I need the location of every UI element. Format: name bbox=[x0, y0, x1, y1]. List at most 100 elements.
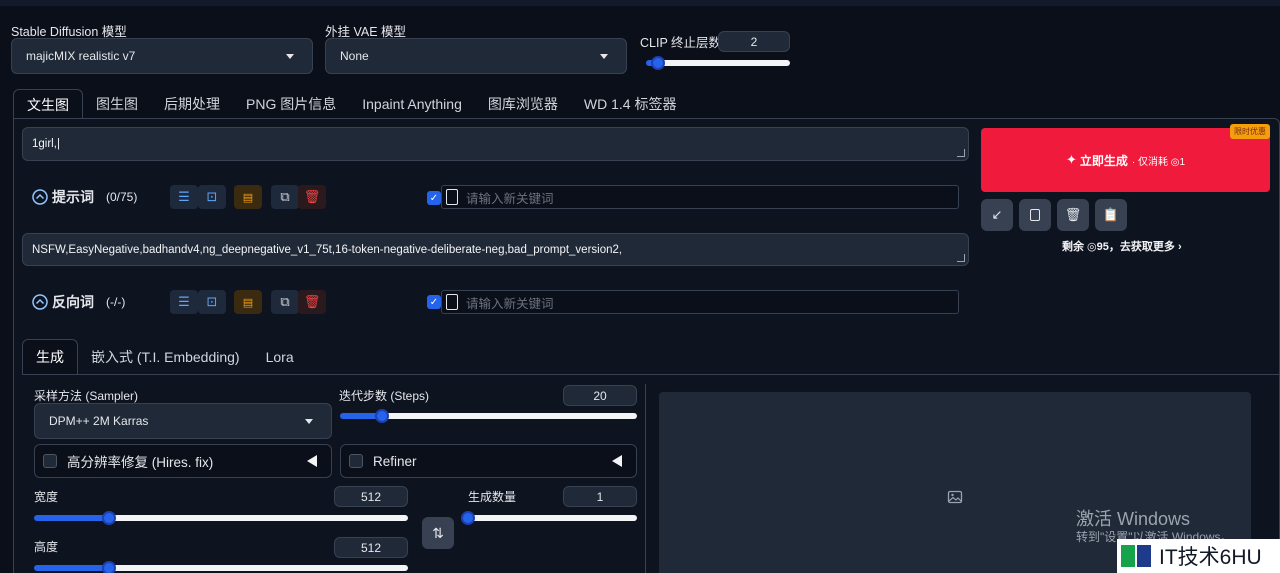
steps-label: 迭代步数 (Steps) bbox=[339, 389, 430, 403]
clip-slider[interactable] bbox=[646, 56, 790, 70]
tab-png-info[interactable]: PNG 图片信息 bbox=[233, 89, 349, 119]
steps-number-input[interactable]: 20 bbox=[563, 385, 637, 406]
tab-extras[interactable]: 后期处理 bbox=[151, 89, 233, 119]
copy-icon: ⧉ bbox=[280, 189, 290, 204]
sd-model-value: majicMIX realistic v7 bbox=[26, 49, 136, 63]
swap-dimensions-button[interactable]: ⇅ bbox=[422, 517, 454, 549]
prompt-keyword-input[interactable]: 请输入新关键词 bbox=[441, 185, 959, 209]
list-edit-icon: ☰ bbox=[178, 189, 190, 204]
negative-keyword-checkbox[interactable]: ✓ bbox=[427, 295, 441, 309]
chevron-down-icon bbox=[286, 54, 294, 59]
bookmark-icon: ⊡ bbox=[206, 294, 218, 309]
chevron-down-icon bbox=[305, 419, 313, 424]
chevron-up-circle-icon bbox=[32, 294, 48, 310]
sampler-dropdown[interactable]: DPM++ 2M Karras bbox=[34, 403, 332, 439]
column-divider bbox=[645, 384, 646, 573]
negative-prompt-textarea[interactable]: NSFW,EasyNegative,badhandv4,ng_deepnegat… bbox=[22, 233, 969, 266]
site-watermark: IT技术6HU bbox=[1117, 539, 1280, 573]
negative-token-count: (-/-) bbox=[106, 295, 126, 309]
batch-count-slider[interactable] bbox=[461, 511, 637, 525]
prompt-text: 1girl, bbox=[32, 138, 57, 150]
prompt-copy-button[interactable]: ⧉ bbox=[271, 185, 299, 209]
hires-fix-accordion[interactable]: 高分辨率修复 (Hires. fix) bbox=[34, 444, 332, 478]
prompt-bookmark-button[interactable]: ⊡ bbox=[198, 185, 226, 209]
square-icon bbox=[1030, 209, 1040, 221]
subtab-divider bbox=[22, 374, 1280, 375]
negative-label: 反向词 bbox=[52, 294, 94, 310]
trash-button[interactable]: 🗑 bbox=[1057, 199, 1089, 231]
trash-icon: 🗑 bbox=[1064, 207, 1082, 222]
tab-embedding[interactable]: 嵌入式 (T.I. Embedding) bbox=[78, 339, 253, 374]
sampler-label: 采样方法 (Sampler) bbox=[34, 389, 139, 403]
site-logo-icon bbox=[1121, 545, 1151, 567]
check-icon: ✓ bbox=[429, 192, 439, 204]
height-number-input[interactable]: 512 bbox=[334, 537, 408, 558]
copy-icon: ⧉ bbox=[280, 294, 290, 309]
image-icon bbox=[947, 490, 963, 504]
hires-fix-checkbox[interactable] bbox=[43, 454, 57, 468]
check-icon: ✓ bbox=[429, 296, 439, 308]
tab-wd-tagger[interactable]: WD 1.4 标签器 bbox=[571, 89, 690, 119]
width-slider[interactable] bbox=[34, 511, 408, 525]
prompt-textarea[interactable]: 1girl, | bbox=[22, 127, 969, 161]
prompt-toggle[interactable]: 提示词 (0/75) bbox=[32, 187, 137, 207]
sparkle-icon: ✦ bbox=[1065, 152, 1077, 167]
tab-img2img[interactable]: 图生图 bbox=[83, 89, 151, 119]
refiner-label: Refiner bbox=[373, 453, 417, 469]
refiner-accordion[interactable]: Refiner bbox=[340, 444, 637, 478]
negative-list-button[interactable]: ☰ bbox=[170, 290, 198, 314]
negative-keyword-placeholder: 请输入新关键词 bbox=[466, 296, 554, 311]
clipboard-button[interactable]: 📋 bbox=[1095, 199, 1127, 231]
tab-inpaint-anything[interactable]: Inpaint Anything bbox=[349, 89, 475, 119]
chevron-down-icon bbox=[600, 54, 608, 59]
promo-badge: 限时优惠 bbox=[1230, 124, 1270, 139]
tab-generation[interactable]: 生成 bbox=[22, 339, 78, 374]
refiner-checkbox[interactable] bbox=[349, 454, 363, 468]
prompt-keyword-placeholder: 请输入新关键词 bbox=[466, 191, 554, 206]
main-tabs: 文生图 图生图 后期处理 PNG 图片信息 Inpaint Anything 图… bbox=[13, 89, 689, 119]
vae-model-dropdown[interactable]: None bbox=[325, 38, 627, 74]
clip-number-input[interactable]: 2 bbox=[718, 31, 790, 52]
generate-label: 立即生成 bbox=[1079, 153, 1128, 168]
tab-lora[interactable]: Lora bbox=[253, 339, 307, 374]
negative-translate-button[interactable]: ▤ bbox=[234, 290, 262, 314]
sd-model-dropdown[interactable]: majicMIX realistic v7 bbox=[11, 38, 313, 74]
text-cursor-icon bbox=[446, 294, 458, 310]
height-slider[interactable] bbox=[34, 561, 408, 573]
triangle-left-icon bbox=[307, 455, 317, 467]
tab-txt2img[interactable]: 文生图 bbox=[13, 89, 83, 119]
read-params-button[interactable]: ↙ bbox=[981, 199, 1013, 231]
bookmark-icon: ⊡ bbox=[206, 189, 218, 204]
clipboard-icon: 📋 bbox=[1102, 207, 1120, 222]
width-number-input[interactable]: 512 bbox=[334, 486, 408, 507]
width-label: 宽度 bbox=[34, 490, 59, 504]
resize-handle[interactable] bbox=[957, 254, 965, 262]
batch-count-number-input[interactable]: 1 bbox=[563, 486, 637, 507]
prompt-delete-button[interactable]: 🗑 bbox=[298, 185, 326, 209]
prompt-list-button[interactable]: ☰ bbox=[170, 185, 198, 209]
prompt-keyword-checkbox[interactable]: ✓ bbox=[427, 191, 441, 205]
prompt-translate-button[interactable]: ▤ bbox=[234, 185, 262, 209]
clear-button[interactable] bbox=[1019, 199, 1051, 231]
chevron-up-circle-icon bbox=[32, 189, 48, 205]
arrow-down-left-icon: ↙ bbox=[991, 207, 1003, 222]
negative-copy-button[interactable]: ⧉ bbox=[271, 290, 299, 314]
swap-vertical-icon: ⇅ bbox=[432, 524, 444, 541]
negative-toggle[interactable]: 反向词 (-/-) bbox=[32, 292, 125, 312]
triangle-left-icon bbox=[612, 455, 622, 467]
tab-gallery[interactable]: 图库浏览器 bbox=[475, 89, 571, 119]
translate-icon: ▤ bbox=[242, 296, 254, 309]
hires-fix-label: 高分辨率修复 (Hires. fix) bbox=[67, 455, 214, 470]
negative-delete-button[interactable]: 🗑 bbox=[298, 290, 326, 314]
prompt-token-count: (0/75) bbox=[106, 190, 138, 204]
generate-button[interactable]: ✦ 立即生成 · 仅消耗 ◎1 bbox=[981, 128, 1270, 192]
negative-bookmark-button[interactable]: ⊡ bbox=[198, 290, 226, 314]
remaining-credits-link[interactable]: 剩余 ◎95，去获取更多 › bbox=[1062, 238, 1182, 254]
sampler-value: DPM++ 2M Karras bbox=[49, 414, 149, 428]
steps-slider[interactable] bbox=[340, 409, 637, 423]
resize-handle[interactable] bbox=[957, 149, 965, 157]
top-bar bbox=[0, 0, 1280, 6]
height-label: 高度 bbox=[34, 540, 59, 554]
negative-keyword-input[interactable]: 请输入新关键词 bbox=[441, 290, 959, 314]
list-edit-icon: ☰ bbox=[178, 294, 190, 309]
